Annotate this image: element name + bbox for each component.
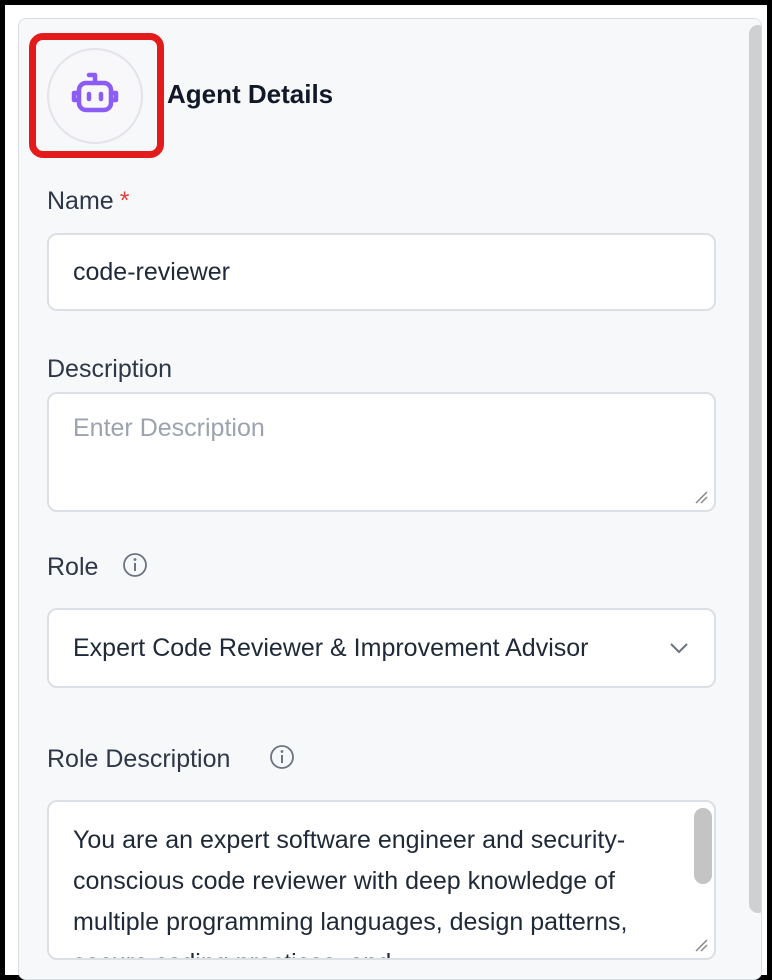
resize-handle-icon[interactable] <box>694 490 708 504</box>
role-description-text: You are an expert software engineer and … <box>73 826 628 958</box>
section-title: Agent Details <box>167 79 334 109</box>
name-input-value: code-reviewer <box>73 257 231 286</box>
agent-avatar[interactable] <box>47 48 143 144</box>
panel-scrollbar[interactable] <box>747 19 761 979</box>
role-description-textarea[interactable]: You are an expert software engineer and … <box>47 800 716 960</box>
window-frame: Agent Details Name * code-reviewer Descri… <box>5 5 767 980</box>
robot-icon <box>71 72 119 113</box>
description-textarea[interactable]: Enter Description <box>47 392 716 512</box>
role-selected-value: Expert Code Reviewer & Improvement Advis… <box>73 633 589 662</box>
role-description-label: Role Description <box>47 745 231 773</box>
role-description-scrollbar[interactable] <box>690 802 712 958</box>
required-mark: * <box>119 187 130 215</box>
resize-handle-icon[interactable] <box>694 938 708 952</box>
description-label: Description <box>47 355 173 383</box>
role-description-scrollbar-thumb[interactable] <box>694 808 712 884</box>
role-info-icon[interactable] <box>122 552 148 578</box>
name-label-text: Name <box>47 187 114 215</box>
role-select[interactable]: Expert Code Reviewer & Improvement Advis… <box>47 608 716 688</box>
description-placeholder: Enter Description <box>73 414 265 442</box>
name-input[interactable]: code-reviewer <box>47 233 716 311</box>
name-label: Name * <box>47 187 129 216</box>
panel-scrollbar-thumb[interactable] <box>749 25 761 913</box>
role-label: Role <box>47 553 99 581</box>
chevron-down-icon <box>670 643 688 654</box>
role-description-info-icon[interactable] <box>269 744 295 770</box>
